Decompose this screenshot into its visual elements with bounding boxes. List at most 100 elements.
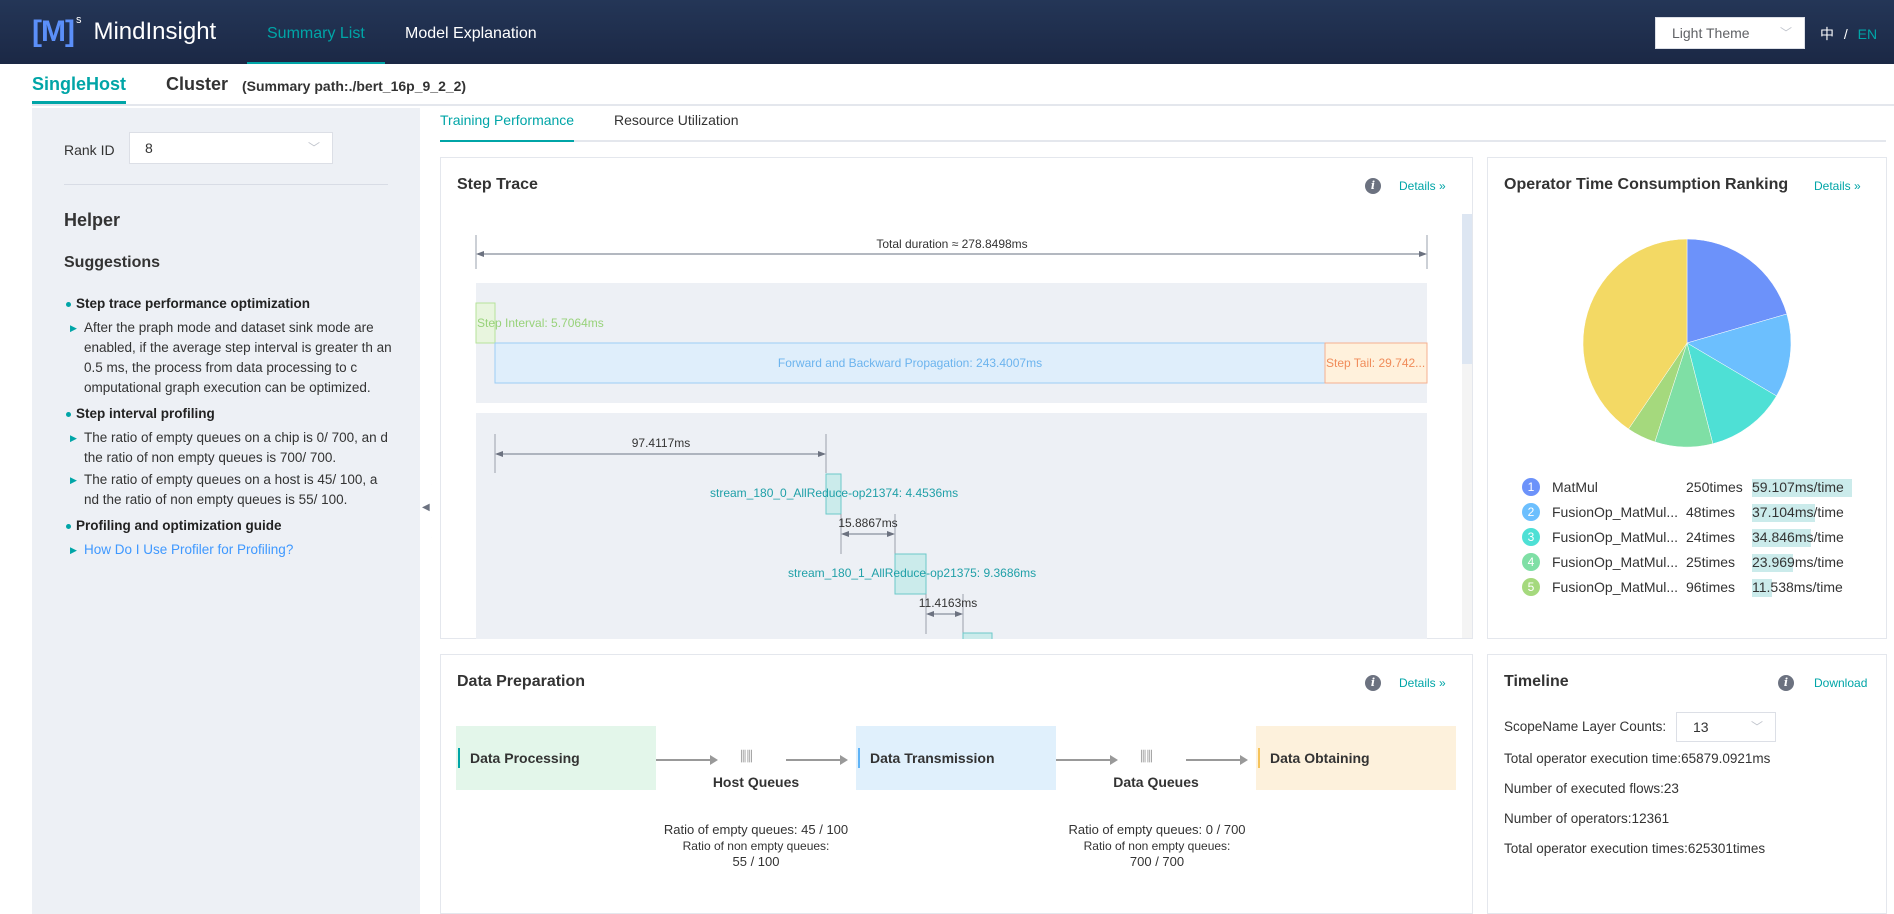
operator-times: 48times bbox=[1686, 504, 1736, 520]
info-icon[interactable]: i bbox=[1778, 675, 1794, 691]
rank-badge: 3 bbox=[1522, 528, 1540, 546]
caret-right-icon: ▶ bbox=[70, 545, 77, 555]
details-label: Details bbox=[1399, 676, 1436, 690]
operator-avg-time: 11.538ms/time bbox=[1752, 579, 1852, 597]
timeline-download-link[interactable]: Download bbox=[1814, 676, 1867, 690]
operator-ranking-details-link[interactable]: Details » bbox=[1814, 179, 1861, 193]
host-nonempty-value: 55 / 100 bbox=[732, 854, 780, 869]
tab-training-performance[interactable]: Training Performance bbox=[440, 112, 575, 142]
main-tabs: Training Performance Resource Utilizatio… bbox=[440, 106, 1886, 142]
tab-resource-utilization[interactable]: Resource Utilization bbox=[614, 112, 739, 142]
caret-right-icon: ▶ bbox=[70, 433, 77, 443]
helper-title: Helper bbox=[64, 210, 121, 230]
chevron-down-icon: ﹀ bbox=[1750, 720, 1763, 734]
allreduce-op-bar[interactable] bbox=[962, 632, 993, 639]
stage-label: Data Obtaining bbox=[1270, 750, 1370, 766]
flow-arrow bbox=[656, 755, 718, 765]
top-header: [M] s MindInsight Summary List Model Exp… bbox=[0, 0, 1894, 64]
flow-arrow bbox=[1186, 755, 1248, 765]
operator-legend-row[interactable]: 4 FusionOp_MatMul... 25times 23.969ms/time bbox=[1522, 551, 1852, 573]
summary-path: (Summary path:./bert_16p_9_2_2) bbox=[242, 78, 467, 94]
double-chevron-right-icon: » bbox=[1854, 179, 1861, 193]
stage-data-obtaining[interactable]: Data Obtaining bbox=[1256, 726, 1456, 790]
flow-arrow bbox=[1056, 755, 1118, 765]
operator-avg-time: 59.107ms/time bbox=[1752, 479, 1852, 497]
avg-time-text: 23.969ms/time bbox=[1752, 554, 1844, 570]
operator-name: FusionOp_MatMul... bbox=[1552, 529, 1679, 545]
operator-times: 25times bbox=[1686, 554, 1736, 570]
suggestion-text: The ratio of empty queues on a chip is 0… bbox=[84, 430, 388, 465]
logo-mark: [M] bbox=[32, 15, 75, 48]
rank-id-label: Rank ID bbox=[64, 142, 115, 158]
sidebar-collapse-button[interactable]: ◀ bbox=[420, 474, 432, 548]
operator-avg-time: 34.846ms/time bbox=[1752, 529, 1852, 547]
theme-select-value: Light Theme bbox=[1672, 25, 1750, 41]
operator-legend-row[interactable]: 3 FusionOp_MatMul... 24times 34.846ms/time bbox=[1522, 526, 1852, 548]
flow-arrow bbox=[786, 755, 848, 765]
stage-accent bbox=[858, 748, 860, 768]
operator-pie-chart bbox=[1582, 238, 1792, 448]
lang-en[interactable]: EN bbox=[1858, 26, 1877, 42]
scope-layer-select[interactable]: 13 ﹀ bbox=[1676, 712, 1776, 742]
step-trace-scrollbar[interactable] bbox=[1462, 214, 1472, 638]
stage-label: Data Processing bbox=[470, 750, 580, 766]
suggestion-item: ▶ How Do I Use Profiler for Profiling? bbox=[64, 540, 394, 560]
suggestions-list: Step trace performance optimization ▶ Af… bbox=[64, 292, 394, 562]
rank-badge: 5 bbox=[1522, 578, 1540, 596]
operator-avg-time: 23.969ms/time bbox=[1752, 554, 1852, 572]
operator-legend-row[interactable]: 5 FusionOp_MatMul... 96times 11.538ms/time bbox=[1522, 576, 1852, 598]
logo[interactable]: [M] s MindInsight bbox=[32, 14, 216, 50]
logo-sup: s bbox=[75, 14, 82, 26]
stage-label: Data Transmission bbox=[870, 750, 995, 766]
host-queue-icon: ⫼⫼ bbox=[740, 748, 753, 764]
rank-id-select[interactable]: 8 ﹀ bbox=[129, 132, 333, 164]
theme-select[interactable]: Light Theme ﹀ bbox=[1655, 17, 1805, 49]
tab-cluster[interactable]: Cluster bbox=[166, 74, 228, 104]
caret-right-icon: ▶ bbox=[70, 323, 77, 333]
avg-time-text: 37.104ms/time bbox=[1752, 504, 1844, 520]
arrow-right-icon bbox=[1419, 251, 1427, 257]
details-label: Details bbox=[1814, 179, 1851, 193]
rank-badge: 4 bbox=[1522, 553, 1540, 571]
gap-label-2: 11.4163ms bbox=[919, 596, 977, 610]
app-name: MindInsight bbox=[93, 18, 217, 45]
data-nonempty-label: Ratio of non empty queues: bbox=[1083, 839, 1231, 853]
operator-name: MatMul bbox=[1552, 479, 1598, 495]
caret-right-icon: ▶ bbox=[70, 475, 77, 485]
chevron-down-icon: ﹀ bbox=[307, 141, 320, 155]
nav-model-explanation[interactable]: Model Explanation bbox=[385, 0, 557, 64]
allreduce-op-label-0: stream_180_0_AllReduce-op21374: 4.4536ms bbox=[710, 486, 958, 500]
lang-zh[interactable]: 中 bbox=[1820, 26, 1834, 42]
fp-bp-label: Forward and Backward Propagation: 243.40… bbox=[778, 356, 1042, 370]
stage-data-transmission[interactable]: Data Transmission bbox=[856, 726, 1056, 790]
data-queue-icon: ⫼⫼ bbox=[1140, 748, 1153, 764]
profiler-guide-link[interactable]: How Do I Use Profiler for Profiling? bbox=[84, 542, 293, 557]
divider bbox=[64, 184, 388, 185]
operator-legend-row[interactable]: 2 FusionOp_MatMul... 48times 37.104ms/time bbox=[1522, 501, 1852, 523]
nav-summary-list[interactable]: Summary List bbox=[247, 0, 385, 64]
stage-data-processing[interactable]: Data Processing bbox=[456, 726, 656, 790]
avg-time-text: 59.107ms/time bbox=[1752, 479, 1844, 495]
data-empty-ratio: Ratio of empty queues: 0 / 700 bbox=[1068, 822, 1246, 837]
allreduce-op-label-1: stream_180_1_AllReduce-op21375: 9.3686ms bbox=[788, 566, 1036, 580]
data-preparation-details-link[interactable]: Details » bbox=[1399, 676, 1446, 690]
suggestion-text: The ratio of empty queues on a host is 4… bbox=[84, 472, 378, 507]
suggestion-item: ▶ The ratio of empty queues on a host is… bbox=[64, 470, 394, 510]
operator-times: 250times bbox=[1686, 479, 1743, 495]
lang-separator: / bbox=[1843, 26, 1848, 42]
scrollbar-thumb[interactable] bbox=[1462, 214, 1472, 364]
step-tail-label: Step Tail: 29.742... bbox=[1326, 356, 1425, 370]
data-queues-label: Data Queues bbox=[1113, 774, 1199, 790]
operator-name: FusionOp_MatMul... bbox=[1552, 504, 1679, 520]
operator-legend-row[interactable]: 1 MatMul 250times 59.107ms/time bbox=[1522, 476, 1852, 498]
suggestion-text: After the praph mode and dataset sink mo… bbox=[84, 320, 392, 395]
info-icon[interactable]: i bbox=[1365, 675, 1381, 691]
executed-flows: Number of executed flows:23 bbox=[1504, 781, 1679, 796]
suggestions-title: Suggestions bbox=[64, 254, 161, 271]
caret-left-icon: ◀ bbox=[422, 502, 430, 513]
helper-sidebar: Rank ID 8 ﹀ Helper Suggestions Step trac… bbox=[32, 108, 420, 914]
step-trace-chart: Total duration ≈ 278.8498ms Step Interva… bbox=[475, 235, 1428, 639]
arrow-left-icon bbox=[476, 251, 484, 257]
tab-single-host[interactable]: SingleHost bbox=[32, 74, 127, 104]
suggestion-heading: Step interval profiling bbox=[64, 404, 394, 424]
